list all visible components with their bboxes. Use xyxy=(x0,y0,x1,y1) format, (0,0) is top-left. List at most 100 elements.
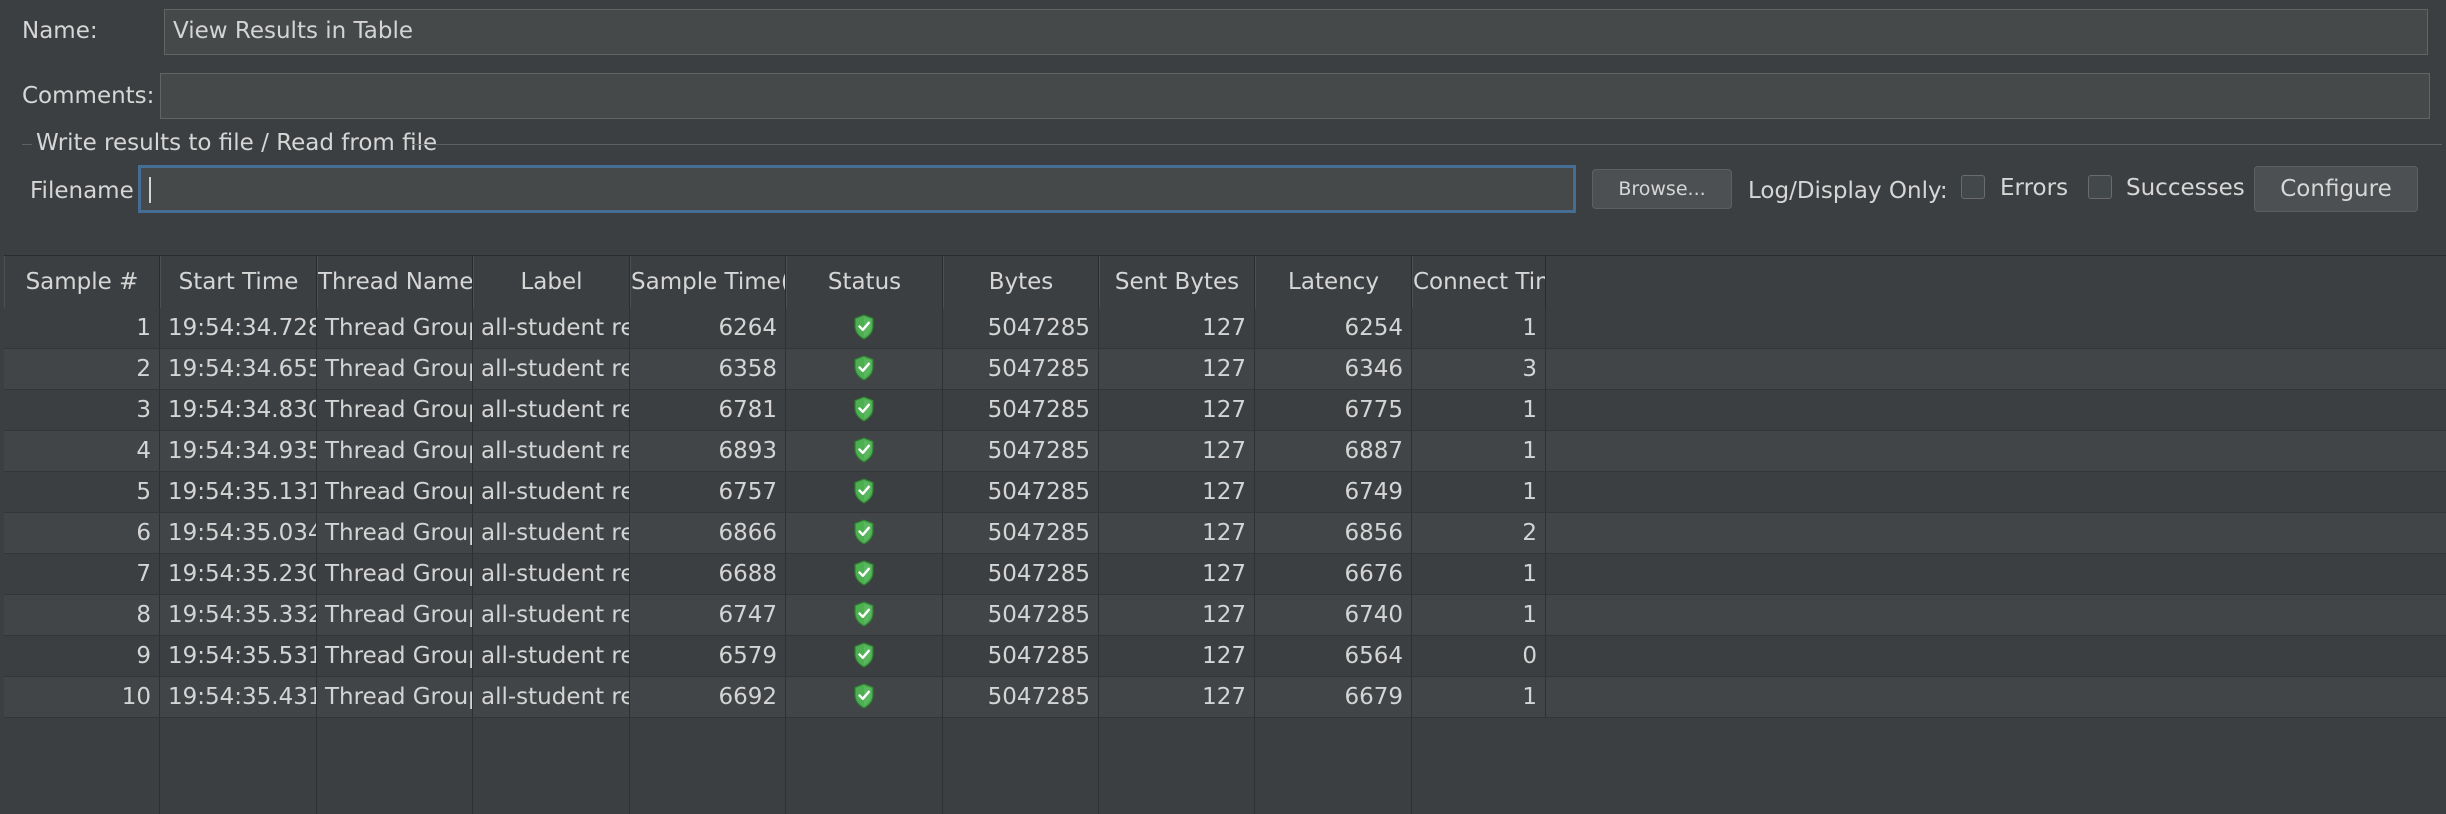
filename-input[interactable] xyxy=(138,165,1576,213)
column-header-bytes[interactable]: Bytes xyxy=(943,256,1099,308)
table-row[interactable]: 419:54:34.935Thread Group 1 1-4all-stude… xyxy=(4,431,2446,472)
cell-start-time: 19:54:35.131 xyxy=(160,472,317,512)
name-label: Name: xyxy=(22,18,98,44)
cell-sample-number: 4 xyxy=(4,431,160,471)
cell-start-time: 19:54:35.034 xyxy=(160,513,317,553)
success-icon xyxy=(853,559,875,587)
cell-label: all-student request xyxy=(473,308,630,348)
cell-sample-number: 5 xyxy=(4,472,160,512)
status-cell xyxy=(786,513,943,553)
success-icon xyxy=(853,600,875,628)
cell-connect-time: 1 xyxy=(1412,677,1546,717)
table-row[interactable]: 319:54:34.830Thread Group 1 1-3all-stude… xyxy=(4,390,2446,431)
cell-sample-time: 6747 xyxy=(630,595,786,635)
success-icon xyxy=(853,395,875,423)
cell-sample-time: 6688 xyxy=(630,554,786,594)
cell-sample-number: 1 xyxy=(4,308,160,348)
cell-sent-bytes: 127 xyxy=(1099,472,1255,512)
cell-thread-name: Thread Group 1 1-... xyxy=(317,636,473,676)
cell-sent-bytes: 127 xyxy=(1099,349,1255,389)
comments-field[interactable] xyxy=(160,73,2430,119)
cell-sample-time: 6866 xyxy=(630,513,786,553)
cell-label: all-student request xyxy=(473,431,630,471)
cell-sent-bytes: 127 xyxy=(1099,595,1255,635)
cell-latency: 6749 xyxy=(1255,472,1412,512)
cell-latency: 6740 xyxy=(1255,595,1412,635)
cell-sent-bytes: 127 xyxy=(1099,513,1255,553)
cell-label: all-student request xyxy=(473,677,630,717)
cell-thread-name: Thread Group 1 1-5 xyxy=(317,513,473,553)
cell-latency: 6679 xyxy=(1255,677,1412,717)
table-row[interactable]: 719:54:35.230Thread Group 1 1-7all-stude… xyxy=(4,554,2446,595)
cell-label: all-student request xyxy=(473,349,630,389)
table-row[interactable]: 919:54:35.531Thread Group 1 1-...all-stu… xyxy=(4,636,2446,677)
column-header-label[interactable]: Label xyxy=(473,256,630,308)
success-icon xyxy=(853,436,875,464)
cell-connect-time: 1 xyxy=(1412,472,1546,512)
cell-label: all-student request xyxy=(473,554,630,594)
cell-sample-number: 2 xyxy=(4,349,160,389)
cell-sample-time: 6579 xyxy=(630,636,786,676)
success-icon xyxy=(853,477,875,505)
cell-label: all-student request xyxy=(473,513,630,553)
column-header-connect-time[interactable]: Connect Time(ms) xyxy=(1412,256,1546,308)
table-row[interactable]: 219:54:34.655Thread Group 1 1-1all-stude… xyxy=(4,349,2446,390)
cell-sample-number: 7 xyxy=(4,554,160,594)
text-caret xyxy=(149,176,151,203)
file-group-title: Write results to file / Read from file xyxy=(36,130,438,156)
cell-thread-name: Thread Group 1 1-9 xyxy=(317,677,473,717)
cell-bytes: 5047285 xyxy=(943,636,1099,676)
status-cell xyxy=(786,554,943,594)
cell-sample-time: 6692 xyxy=(630,677,786,717)
cell-connect-time: 1 xyxy=(1412,390,1546,430)
cell-connect-time: 1 xyxy=(1412,308,1546,348)
cell-sent-bytes: 127 xyxy=(1099,554,1255,594)
cell-bytes: 5047285 xyxy=(943,554,1099,594)
cell-start-time: 19:54:34.728 xyxy=(160,308,317,348)
cell-start-time: 19:54:35.531 xyxy=(160,636,317,676)
cell-sample-time: 6781 xyxy=(630,390,786,430)
cell-bytes: 5047285 xyxy=(943,595,1099,635)
column-header-thread-name[interactable]: Thread Name xyxy=(317,256,473,308)
column-header-sent-bytes[interactable]: Sent Bytes xyxy=(1099,256,1255,308)
column-header-sample-number[interactable]: Sample # xyxy=(4,256,160,308)
cell-bytes: 5047285 xyxy=(943,472,1099,512)
success-icon xyxy=(853,641,875,669)
column-header-sample-time[interactable]: Sample Time(ms) xyxy=(630,256,786,308)
cell-connect-time: 1 xyxy=(1412,595,1546,635)
column-header-status[interactable]: Status xyxy=(786,256,943,308)
cell-bytes: 5047285 xyxy=(943,677,1099,717)
cell-sample-number: 8 xyxy=(4,595,160,635)
table-row[interactable]: 1019:54:35.431Thread Group 1 1-9all-stud… xyxy=(4,677,2446,718)
cell-connect-time: 0 xyxy=(1412,636,1546,676)
cell-thread-name: Thread Group 1 1-4 xyxy=(317,431,473,471)
cell-latency: 6346 xyxy=(1255,349,1412,389)
cell-thread-name: Thread Group 1 1-3 xyxy=(317,390,473,430)
name-field[interactable]: View Results in Table xyxy=(164,9,2428,55)
table-row[interactable]: 619:54:35.034Thread Group 1 1-5all-stude… xyxy=(4,513,2446,554)
cell-label: all-student request xyxy=(473,595,630,635)
configure-button[interactable]: Configure xyxy=(2254,166,2418,212)
table-row[interactable]: 119:54:34.728Thread Group 1 1-2all-stude… xyxy=(4,308,2446,349)
cell-connect-time: 1 xyxy=(1412,431,1546,471)
successes-label: Successes xyxy=(2126,175,2245,201)
errors-checkbox[interactable] xyxy=(1961,175,1985,199)
table-row[interactable]: 519:54:35.131Thread Group 1 1-6all-stude… xyxy=(4,472,2446,513)
table-row[interactable]: 819:54:35.332Thread Group 1 1-8all-stude… xyxy=(4,595,2446,636)
browse-button[interactable]: Browse... xyxy=(1592,169,1732,209)
cell-sample-number: 6 xyxy=(4,513,160,553)
status-cell xyxy=(786,431,943,471)
success-icon xyxy=(853,354,875,382)
successes-checkbox[interactable] xyxy=(2088,175,2112,199)
cell-latency: 6887 xyxy=(1255,431,1412,471)
cell-sample-time: 6264 xyxy=(630,308,786,348)
status-cell xyxy=(786,349,943,389)
cell-bytes: 5047285 xyxy=(943,390,1099,430)
cell-connect-time: 1 xyxy=(1412,554,1546,594)
status-cell xyxy=(786,677,943,717)
column-header-start-time[interactable]: Start Time xyxy=(160,256,317,308)
table-header: Sample # Start Time Thread Name Label Sample… xyxy=(4,255,2446,309)
cell-sample-time: 6358 xyxy=(630,349,786,389)
errors-label: Errors xyxy=(2000,175,2069,201)
column-header-latency[interactable]: Latency xyxy=(1255,256,1412,308)
